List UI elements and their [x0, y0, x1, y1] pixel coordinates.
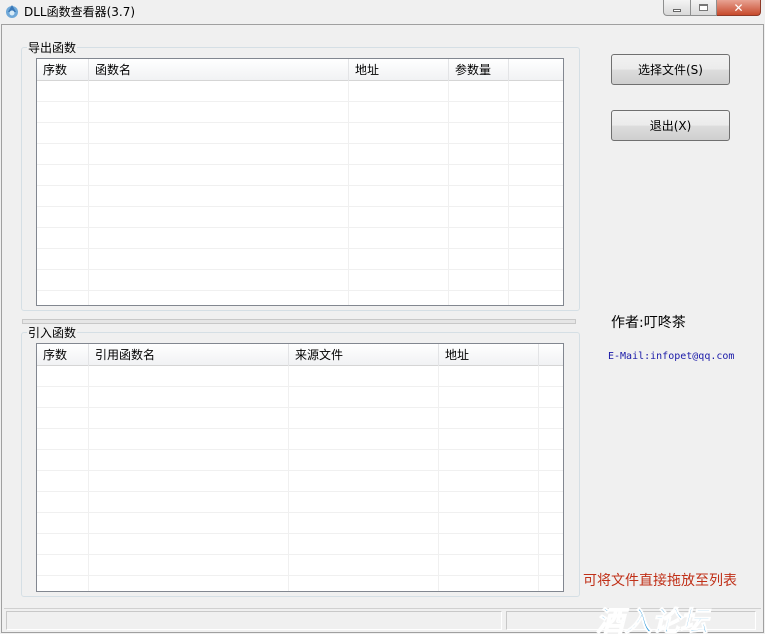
- grid-row-line: [37, 428, 563, 429]
- email-label: E-Mail:infopet@qq.com: [608, 351, 735, 362]
- grid-column-line: [508, 81, 509, 305]
- column-header-function-name[interactable]: 函数名: [89, 59, 349, 81]
- pane-splitter[interactable]: [22, 319, 576, 324]
- grid-row-line: [37, 206, 563, 207]
- author-label: 作者:叮咚茶: [611, 315, 686, 331]
- grid-row-line: [37, 227, 563, 228]
- grid-row-line: [37, 533, 563, 534]
- import-functions-group: 引入函数 序数 引用函数名 来源文件 地址: [21, 324, 580, 597]
- window-title: DLL函数查看器(3.7): [24, 5, 136, 19]
- app-icon: [6, 5, 18, 18]
- grid-row-line: [37, 407, 563, 408]
- grid-row-line: [37, 143, 563, 144]
- status-segment-main: [6, 611, 502, 630]
- column-header-param-count[interactable]: 参数量: [449, 59, 509, 81]
- column-header-import-name[interactable]: 引用函数名: [89, 344, 289, 366]
- minimize-button[interactable]: [663, 0, 691, 16]
- grid-row-line: [37, 290, 563, 291]
- close-button[interactable]: ✕: [717, 0, 761, 16]
- grid-row-line: [37, 470, 563, 471]
- grid-column-line: [88, 366, 89, 591]
- column-header-ordinal[interactable]: 序数: [37, 344, 89, 366]
- client-area: 导出函数 序数 函数名 地址 参数量 引入函数 序数 引用函数名 来源文件 地址…: [1, 24, 764, 634]
- exit-button[interactable]: 退出(X): [611, 110, 730, 141]
- column-header-source-file[interactable]: 来源文件: [289, 344, 439, 366]
- column-header-address[interactable]: 地址: [349, 59, 449, 81]
- maximize-icon: [699, 4, 708, 11]
- grid-column-line: [438, 366, 439, 591]
- minimize-icon: [673, 8, 681, 12]
- export-functions-label: 导出函数: [27, 39, 78, 56]
- grid-row-line: [37, 386, 563, 387]
- export-list-header: 序数 函数名 地址 参数量: [37, 59, 563, 81]
- select-file-button[interactable]: 选择文件(S): [611, 54, 730, 85]
- grid-row-line: [37, 164, 563, 165]
- grid-row-line: [37, 248, 563, 249]
- grid-column-line: [88, 81, 89, 305]
- column-header-ordinal[interactable]: 序数: [37, 59, 89, 81]
- grid-row-line: [37, 122, 563, 123]
- import-functions-list[interactable]: 序数 引用函数名 来源文件 地址: [36, 343, 564, 592]
- grid-column-line: [288, 366, 289, 591]
- grid-row-line: [37, 269, 563, 270]
- window-controls: ✕: [663, 0, 761, 16]
- grid-row-line: [37, 554, 563, 555]
- grid-row-line: [37, 491, 563, 492]
- grid-column-line: [448, 81, 449, 305]
- grid-row-line: [37, 185, 563, 186]
- forum-watermark-logo: 酒入论坛: [596, 605, 713, 634]
- grid-row-line: [37, 512, 563, 513]
- title-bar: DLL函数查看器(3.7) ✕: [0, 0, 765, 24]
- column-header-address[interactable]: 地址: [439, 344, 539, 366]
- close-icon: ✕: [733, 0, 744, 15]
- export-list-rows: [37, 81, 563, 305]
- watermark-text: 酒入论坛: [596, 605, 712, 634]
- export-functions-group: 导出函数 序数 函数名 地址 参数量: [21, 39, 580, 311]
- maximize-button[interactable]: [691, 0, 717, 16]
- export-functions-list[interactable]: 序数 函数名 地址 参数量: [36, 58, 564, 306]
- grid-column-line: [348, 81, 349, 305]
- import-list-rows: [37, 366, 563, 591]
- import-list-header: 序数 引用函数名 来源文件 地址: [37, 344, 563, 366]
- grid-column-line: [538, 366, 539, 591]
- grid-row-line: [37, 101, 563, 102]
- drag-drop-hint: 可将文件直接拖放至列表: [583, 573, 737, 589]
- grid-row-line: [37, 449, 563, 450]
- import-functions-label: 引入函数: [27, 324, 78, 341]
- grid-row-line: [37, 575, 563, 576]
